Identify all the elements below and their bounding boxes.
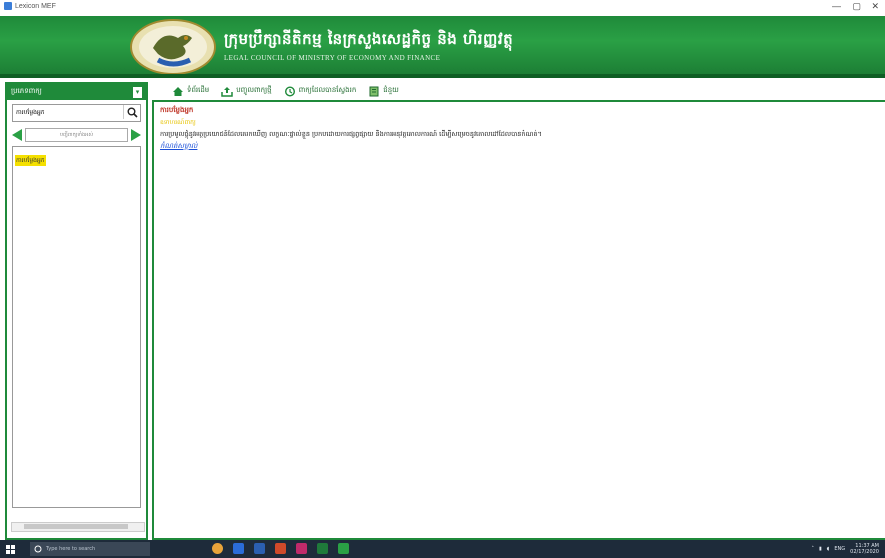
next-arrow-icon[interactable] — [131, 129, 141, 141]
volume-icon[interactable]: ◖ — [827, 546, 830, 552]
home-icon — [173, 86, 183, 96]
excel-icon[interactable] — [317, 543, 328, 554]
search-circle-icon — [34, 545, 42, 553]
ministry-logo — [130, 19, 216, 75]
word-list-label: បញ្ជីពាក្យទាំងអស់ — [25, 128, 128, 142]
history-icon — [284, 85, 295, 97]
category-selector[interactable]: ប្រភេទពាក្យ ▾ — [7, 84, 146, 100]
banner-title: ក្រុមប្រឹក្សានីតិកម្ម នៃក្រសួងសេដ្ឋកិច្ច… — [224, 30, 514, 48]
taskbar-search-placeholder: Type here to search — [46, 546, 96, 552]
list-item[interactable]: ការបម្លែងអ្នក — [15, 155, 46, 166]
close-button[interactable]: ✕ — [871, 1, 879, 12]
app-icon — [4, 2, 12, 10]
onenote-icon[interactable] — [296, 543, 307, 554]
horizontal-scrollbar[interactable] — [11, 522, 145, 532]
banner-subtitle: LEGAL COUNCIL OF MINISTRY OF ECONOMY AND… — [224, 54, 441, 62]
home-button[interactable]: ទំព័រដើម — [172, 86, 209, 97]
taskbar-search[interactable]: Type here to search — [30, 542, 150, 556]
system-tray: ˄ ▮ ◖ ENG 11:37 AM 02/17/2020 — [811, 543, 879, 555]
upload-icon — [221, 86, 233, 97]
search-input[interactable] — [13, 105, 123, 119]
help-button[interactable]: ជំនួយ — [368, 86, 399, 97]
clock-date: 02/17/2020 — [850, 549, 879, 555]
entry-headword: ការបម្លែងអ្នក — [160, 106, 194, 114]
window-titlebar: Lexicon MEF — ▢ ✕ — [0, 0, 885, 17]
word-icon[interactable] — [233, 543, 244, 554]
os-taskbar: Type here to search ˄ ▮ ◖ ENG 11:37 AM 0… — [0, 540, 885, 558]
search-box — [12, 104, 141, 122]
entry-link[interactable]: កំណត់សម្គាល់ — [160, 142, 197, 152]
clock[interactable]: 11:37 AM 02/17/2020 — [850, 543, 879, 555]
header-banner: ក្រុមប្រឹក្សានីតិកម្ម នៃក្រសួងសេដ្ឋកិច្ច… — [0, 16, 885, 78]
network-icon[interactable]: ▮ — [819, 546, 822, 552]
book-icon — [369, 86, 379, 96]
taskbar-apps — [212, 543, 349, 554]
entry-definition: ការប្រមូលផ្តុំនូវអត្ថប្រយោជន៍ដែលគេរកឃើញ … — [160, 130, 542, 138]
powerpoint-icon[interactable] — [275, 543, 286, 554]
app-title-text: Lexicon MEF — [15, 2, 56, 10]
tray-chevron-icon[interactable]: ˄ — [811, 546, 814, 552]
scrollbar-thumb[interactable] — [24, 524, 128, 529]
search-icon[interactable] — [123, 105, 140, 119]
home-label: ទំព័រដើម — [187, 86, 210, 94]
banner-stripe — [0, 74, 885, 78]
language-indicator[interactable]: ENG — [834, 546, 845, 552]
windows-start-icon[interactable] — [6, 545, 15, 554]
sidebar-panel: ប្រភេទពាក្យ ▾ បញ្ជីពាក្យទាំងអស់ ការបម្លែ… — [5, 82, 148, 540]
chevron-down-icon[interactable]: ▾ — [133, 86, 142, 98]
prev-arrow-icon[interactable] — [12, 129, 22, 141]
main-toolbar: ទំព័រដើម បញ្ចូលពាក្យថ្មី ពាក្យដែលបានស្វែ… — [152, 82, 885, 100]
lexicon-app-icon[interactable] — [338, 543, 349, 554]
add-word-button[interactable]: បញ្ចូលពាក្យថ្មី — [221, 86, 272, 97]
definition-panel: ការបម្លែងអ្នក ឧទាហរណ៍ពាក្យ ការប្រមូលផ្តុ… — [152, 100, 885, 540]
minimize-button[interactable]: — — [832, 1, 841, 11]
history-label: ពាក្យដែលបានស្វែងរក — [298, 86, 357, 94]
word-navigator: បញ្ជីពាក្យទាំងអស់ — [12, 128, 141, 142]
restore-button[interactable]: ▢ — [852, 1, 861, 12]
outlook-icon[interactable] — [254, 543, 265, 554]
chrome-icon[interactable] — [212, 543, 223, 554]
history-button[interactable]: ពាក្យដែលបានស្វែងរក — [284, 85, 357, 97]
word-list: ការបម្លែងអ្នក — [12, 146, 141, 508]
app-title: Lexicon MEF — [4, 2, 56, 10]
help-label: ជំនួយ — [383, 86, 399, 94]
entry-category: ឧទាហរណ៍ពាក្យ — [160, 119, 196, 126]
category-label: ប្រភេទពាក្យ — [11, 87, 42, 95]
add-word-label: បញ្ចូលពាក្យថ្មី — [236, 86, 272, 94]
